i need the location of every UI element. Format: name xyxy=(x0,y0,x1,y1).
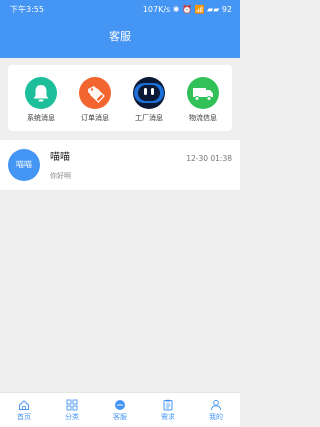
category-label: 工厂消息 xyxy=(135,114,163,122)
conversation-preview: 你好啊 xyxy=(50,172,71,180)
tab-mine[interactable]: 我的 xyxy=(192,393,240,427)
message-category-card: 系统消息 订单消息 工厂消息 物流信息 xyxy=(8,65,232,131)
tab-label: 首页 xyxy=(17,413,31,421)
bell-icon xyxy=(25,77,57,109)
category-logistics-info[interactable]: 物流信息 xyxy=(178,77,228,123)
status-time: 下午3:55 xyxy=(10,5,44,14)
category-label: 系统消息 xyxy=(27,114,55,122)
conversation-name: 喵喵 xyxy=(50,152,70,163)
conversation-item[interactable]: 喵喵 喵喵 12-30 01:38 你好啊 xyxy=(0,140,240,190)
truck-icon xyxy=(187,77,219,109)
tab-label: 分类 xyxy=(65,413,79,421)
bottom-tab-bar: 首页 分类 客服 需求 我的 xyxy=(0,392,240,427)
grid-icon xyxy=(66,399,78,411)
category-label: 订单消息 xyxy=(81,114,109,122)
status-bar: 下午3:55 107K/s ✱ ⏰ 📶 ▰▰ 92 xyxy=(0,0,240,20)
robot-face-icon xyxy=(133,77,165,109)
tab-label: 需求 xyxy=(161,413,175,421)
page-title: 客服 xyxy=(109,30,131,43)
home-icon xyxy=(19,400,29,410)
chat-icon xyxy=(115,400,125,410)
clipboard-icon xyxy=(163,399,173,411)
tab-label: 我的 xyxy=(209,413,223,421)
tags-icon xyxy=(79,77,111,109)
category-factory-messages[interactable]: 工厂消息 xyxy=(124,77,174,123)
tab-label: 客服 xyxy=(113,413,127,421)
category-system-messages[interactable]: 系统消息 xyxy=(16,77,66,123)
category-label: 物流信息 xyxy=(189,114,217,122)
avatar: 喵喵 xyxy=(8,149,40,181)
status-indicators: 107K/s ✱ ⏰ 📶 ▰▰ 92 xyxy=(142,5,232,14)
category-order-messages[interactable]: 订单消息 xyxy=(70,77,120,123)
conversation-time: 12-30 01:38 xyxy=(186,154,232,163)
header: 下午3:55 107K/s ✱ ⏰ 📶 ▰▰ 92 客服 xyxy=(0,0,240,58)
tab-requirements[interactable]: 需求 xyxy=(144,393,192,427)
tab-home[interactable]: 首页 xyxy=(0,393,48,427)
tab-customer-service[interactable]: 客服 xyxy=(96,393,144,427)
user-icon xyxy=(211,399,221,411)
tab-categories[interactable]: 分类 xyxy=(48,393,96,427)
